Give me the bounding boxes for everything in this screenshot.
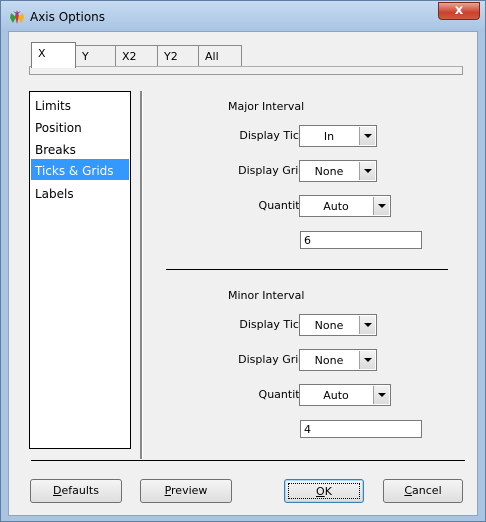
select-value: In bbox=[323, 130, 335, 143]
list-item-limits[interactable]: Limits bbox=[31, 94, 129, 115]
major-count-input[interactable]: 6 bbox=[300, 231, 422, 249]
minor-interval-title: Minor Interval bbox=[228, 289, 305, 302]
dropdown-button[interactable] bbox=[373, 197, 389, 215]
category-list[interactable]: Limits Position Breaks Ticks & Grids Lab… bbox=[29, 91, 131, 449]
tab-strip-bar bbox=[29, 66, 463, 75]
minor-display-tick-label: Display Tick: bbox=[239, 318, 309, 331]
close-icon: x bbox=[454, 3, 464, 18]
vertical-divider bbox=[140, 91, 143, 459]
list-item-label: Position bbox=[35, 121, 82, 135]
chevron-down-icon bbox=[364, 323, 372, 327]
minor-count-input[interactable]: 4 bbox=[300, 420, 422, 438]
tab-label: All bbox=[205, 50, 219, 63]
focus-rect: OK bbox=[288, 483, 360, 499]
list-item-label: Ticks & Grids bbox=[35, 164, 114, 178]
access-key: D bbox=[53, 484, 62, 497]
tab-label: Y bbox=[82, 50, 89, 63]
preview-button[interactable]: Preview bbox=[140, 479, 232, 503]
major-display-tick-label: Display Tick: bbox=[239, 129, 309, 142]
minor-quantity-select[interactable]: Auto bbox=[299, 384, 391, 406]
ok-button[interactable]: OK bbox=[284, 479, 364, 503]
tab-y2[interactable]: Y2 bbox=[157, 45, 199, 66]
chevron-down-icon bbox=[364, 358, 372, 362]
major-display-tick-select[interactable]: In bbox=[299, 125, 377, 147]
dropdown-button[interactable] bbox=[359, 127, 375, 145]
select-value: None bbox=[314, 319, 344, 332]
list-item-label: Breaks bbox=[35, 143, 76, 157]
chevron-down-icon bbox=[364, 134, 372, 138]
app-icon bbox=[10, 10, 24, 24]
tab-all[interactable]: All bbox=[198, 45, 242, 66]
dropdown-button[interactable] bbox=[359, 316, 375, 334]
button-label: review bbox=[171, 484, 208, 497]
tab-label: Y2 bbox=[164, 50, 178, 63]
minor-display-grid-label: Display Grid: bbox=[238, 353, 309, 366]
list-item-ticks-grids[interactable]: Ticks & Grids bbox=[31, 159, 129, 180]
title-bar[interactable]: Axis Options x bbox=[1, 1, 485, 31]
button-label: K bbox=[324, 485, 332, 498]
dropdown-button[interactable] bbox=[359, 162, 375, 180]
tab-x[interactable]: X bbox=[31, 42, 76, 68]
select-value: None bbox=[314, 354, 344, 367]
major-display-grid-label: Display Grid: bbox=[238, 164, 309, 177]
tab-x2[interactable]: X2 bbox=[115, 45, 158, 66]
button-label: ancel bbox=[412, 484, 442, 497]
select-value: Auto bbox=[323, 200, 349, 213]
select-value: None bbox=[314, 165, 344, 178]
select-value: Auto bbox=[323, 389, 349, 402]
button-label: efaults bbox=[61, 484, 99, 497]
access-key: C bbox=[404, 484, 413, 497]
dialog-body: X Y X2 Y2 All Limits Position Breaks Tic… bbox=[8, 31, 478, 516]
dropdown-button[interactable] bbox=[373, 386, 389, 404]
list-item-labels[interactable]: Labels bbox=[31, 182, 129, 203]
chevron-down-icon bbox=[364, 169, 372, 173]
list-item-label: Labels bbox=[35, 187, 74, 201]
window-title: Axis Options bbox=[30, 10, 106, 24]
close-button[interactable]: x bbox=[438, 2, 480, 20]
defaults-button[interactable]: Defaults bbox=[30, 479, 122, 503]
list-item-position[interactable]: Position bbox=[31, 116, 129, 137]
list-item-label: Limits bbox=[35, 99, 71, 113]
major-display-grid-select[interactable]: None bbox=[299, 160, 377, 182]
section-divider bbox=[166, 269, 448, 270]
tab-label: X bbox=[38, 47, 46, 60]
minor-display-grid-select[interactable]: None bbox=[299, 349, 377, 371]
cancel-button[interactable]: Cancel bbox=[383, 479, 463, 503]
major-quantity-select[interactable]: Auto bbox=[299, 195, 391, 217]
major-interval-title: Major Interval bbox=[228, 100, 305, 113]
list-item-breaks[interactable]: Breaks bbox=[31, 138, 129, 159]
chevron-down-icon bbox=[378, 393, 386, 397]
tab-label: X2 bbox=[122, 50, 137, 63]
minor-display-tick-select[interactable]: None bbox=[299, 314, 377, 336]
tab-y[interactable]: Y bbox=[75, 45, 116, 66]
chevron-down-icon bbox=[378, 204, 386, 208]
minor-quantity-label: Quantity: bbox=[258, 388, 309, 401]
bottom-divider bbox=[31, 460, 465, 461]
major-quantity-label: Quantity: bbox=[258, 199, 309, 212]
access-key: O bbox=[316, 485, 325, 498]
dropdown-button[interactable] bbox=[359, 351, 375, 369]
axis-options-dialog: Axis Options x X Y X2 Y2 All Limits Posi… bbox=[0, 0, 486, 522]
